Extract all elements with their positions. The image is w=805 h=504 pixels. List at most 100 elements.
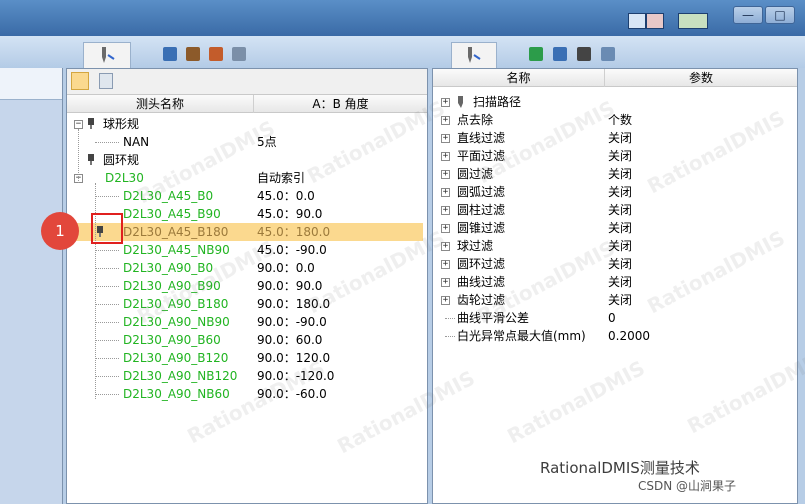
expand-toggle[interactable]: +	[441, 170, 450, 179]
report-icon[interactable]	[232, 47, 246, 61]
tree-row[interactable]: D2L30_A90_B0 90.0：0.0	[67, 259, 423, 277]
expand-toggle[interactable]: +	[441, 152, 450, 161]
setting-row[interactable]: + 平面过滤 关闭	[433, 147, 795, 165]
expand-toggle[interactable]: +	[441, 278, 450, 287]
setting-row[interactable]: + 圆锥过滤 关闭	[433, 219, 795, 237]
setting-row[interactable]: + 圆柱过滤 关闭	[433, 201, 795, 219]
probe-icon	[88, 118, 94, 129]
setting-row[interactable]: + 点去除 个数	[433, 111, 795, 129]
setting-row[interactable]: + 圆环过滤 关闭	[433, 255, 795, 273]
tree-row[interactable]: D2L30_A90_B180 90.0：180.0	[67, 295, 423, 313]
setting-row[interactable]: 曲线平滑公差 0	[433, 309, 795, 327]
cube-icon[interactable]	[163, 47, 177, 61]
setting-row[interactable]: + 圆过滤 关闭	[433, 165, 795, 183]
probe-angle: 90.0：60.0	[257, 333, 323, 347]
minimize-button[interactable]: —	[733, 6, 763, 24]
scan-settings-panel: 名称 参数 + 扫描路径 + 点去除 个数 + 直线过滤 关闭 + 平面过滤 关闭 + 圆过滤 关闭 + 圆弧…	[432, 68, 798, 504]
probe-icon	[88, 154, 94, 165]
expand-toggle[interactable]: +	[441, 206, 450, 215]
setting-value: 0.2000	[608, 329, 650, 343]
probe-name: D2L30_A90_B0	[123, 261, 214, 275]
tree-row[interactable]: D2L30_A90_NB90 90.0：-90.0	[67, 313, 423, 331]
axes-icon[interactable]	[529, 47, 543, 61]
probe-angle: 5点	[257, 135, 277, 149]
tree-branch-line	[95, 268, 119, 269]
setting-row[interactable]: + 齿轮过滤 关闭	[433, 291, 795, 309]
tree-row[interactable]: D2L30_A90_B120 90.0：120.0	[67, 349, 423, 367]
camera-icon[interactable]	[577, 47, 591, 61]
probe-angle: 45.0：90.0	[257, 207, 323, 221]
probe-angle: 45.0：0.0	[257, 189, 315, 203]
tree-branch-line	[95, 376, 119, 377]
setting-name: 扫描路径	[473, 95, 522, 109]
tree-branch-line	[95, 394, 119, 395]
tree-row[interactable]: D2L30_A90_NB120 90.0：-120.0	[67, 367, 423, 385]
document-icon[interactable]	[99, 73, 113, 89]
tree-row[interactable]: 圆环规	[67, 151, 423, 169]
expand-toggle[interactable]: +	[441, 296, 450, 305]
setting-value: 关闭	[608, 149, 633, 163]
tree-branch-line	[95, 322, 119, 323]
csdn-credit: CSDN @山涧果子	[638, 479, 737, 493]
setting-name: 平面过滤	[457, 149, 506, 163]
tree-row[interactable]: D2L30_A90_NB60 90.0：-60.0	[67, 385, 423, 403]
title-bar: — □	[0, 0, 805, 36]
setting-value: 关闭	[608, 239, 633, 253]
export-icon[interactable]	[553, 47, 567, 61]
setting-value: 关闭	[608, 257, 633, 271]
column-header-param[interactable]: 参数	[605, 69, 797, 87]
tree-branch-line	[95, 196, 119, 197]
window-layout-icon[interactable]	[628, 13, 646, 29]
tree-row[interactable]: − 球形规	[67, 115, 423, 133]
expand-toggle[interactable]: +	[441, 188, 450, 197]
probe-angle: 90.0：0.0	[257, 261, 315, 275]
panel-toggle-icon[interactable]	[646, 13, 664, 29]
expand-toggle[interactable]: −	[74, 120, 83, 129]
setting-row[interactable]: + 扫描路径	[433, 93, 795, 111]
probe-name: D2L30_A90_B60	[123, 333, 221, 347]
settings-table-header: 名称 参数	[433, 69, 797, 87]
expand-toggle[interactable]: +	[441, 260, 450, 269]
tree-row[interactable]: D2L30_A90_B90 90.0：90.0	[67, 277, 423, 295]
machine-status-icon[interactable]	[678, 13, 708, 29]
expand-toggle[interactable]: +	[441, 134, 450, 143]
probe-angle: 45.0：180.0	[257, 225, 331, 239]
setting-name: 圆环过滤	[457, 257, 506, 271]
setting-name: 曲线平滑公差	[457, 311, 530, 325]
setting-row[interactable]: 白光异常点最大值(mm) 0.2000	[433, 327, 795, 345]
expand-toggle[interactable]: +	[441, 116, 450, 125]
tree-row[interactable]: D2L30_A45_B0 45.0：0.0	[67, 187, 423, 205]
tree-branch-line	[445, 318, 455, 319]
setting-value: 关闭	[608, 275, 633, 289]
probe-icon[interactable]	[186, 47, 200, 61]
expand-toggle[interactable]: +	[441, 242, 450, 251]
probe-table-header: 测头名称 A：B 角度	[67, 95, 427, 113]
probe-angle: 自动索引	[257, 171, 306, 185]
setting-value: 关闭	[608, 293, 633, 307]
column-header-ab-angle[interactable]: A：B 角度	[254, 95, 427, 113]
probe-icon	[458, 96, 463, 108]
probe-angle: 90.0：120.0	[257, 351, 331, 365]
chart-icon[interactable]	[209, 47, 223, 61]
column-header-probe-name[interactable]: 测头名称	[67, 95, 254, 113]
probe-name: D2L30_A90_B90	[123, 279, 221, 293]
probe-angle: 45.0：-90.0	[257, 243, 327, 257]
probe-list-panel: 测头名称 A：B 角度 − 球形规 NAN 5点 圆环规 − D2L30 自动索引 D2L30_…	[66, 68, 428, 504]
probe-name: D2L30_A45_B0	[123, 189, 214, 203]
setting-row[interactable]: + 球过滤 关闭	[433, 237, 795, 255]
maximize-button[interactable]: □	[765, 6, 795, 24]
expand-toggle[interactable]: +	[441, 98, 450, 107]
expand-toggle[interactable]: +	[441, 224, 450, 233]
tree-root-line	[78, 129, 79, 183]
tree-row[interactable]: D2L30_A90_B60 90.0：60.0	[67, 331, 423, 349]
probe-name: D2L30_A90_B120	[123, 351, 229, 365]
setting-value: 关闭	[608, 221, 633, 235]
setting-row[interactable]: + 曲线过滤 关闭	[433, 273, 795, 291]
scan-icon[interactable]	[601, 47, 615, 61]
tree-row[interactable]: NAN 5点	[67, 133, 423, 151]
setting-row[interactable]: + 圆弧过滤 关闭	[433, 183, 795, 201]
probe-icon[interactable]	[71, 72, 89, 90]
setting-row[interactable]: + 直线过滤 关闭	[433, 129, 795, 147]
tree-row[interactable]: − D2L30 自动索引	[67, 169, 423, 187]
column-header-name[interactable]: 名称	[433, 69, 605, 87]
